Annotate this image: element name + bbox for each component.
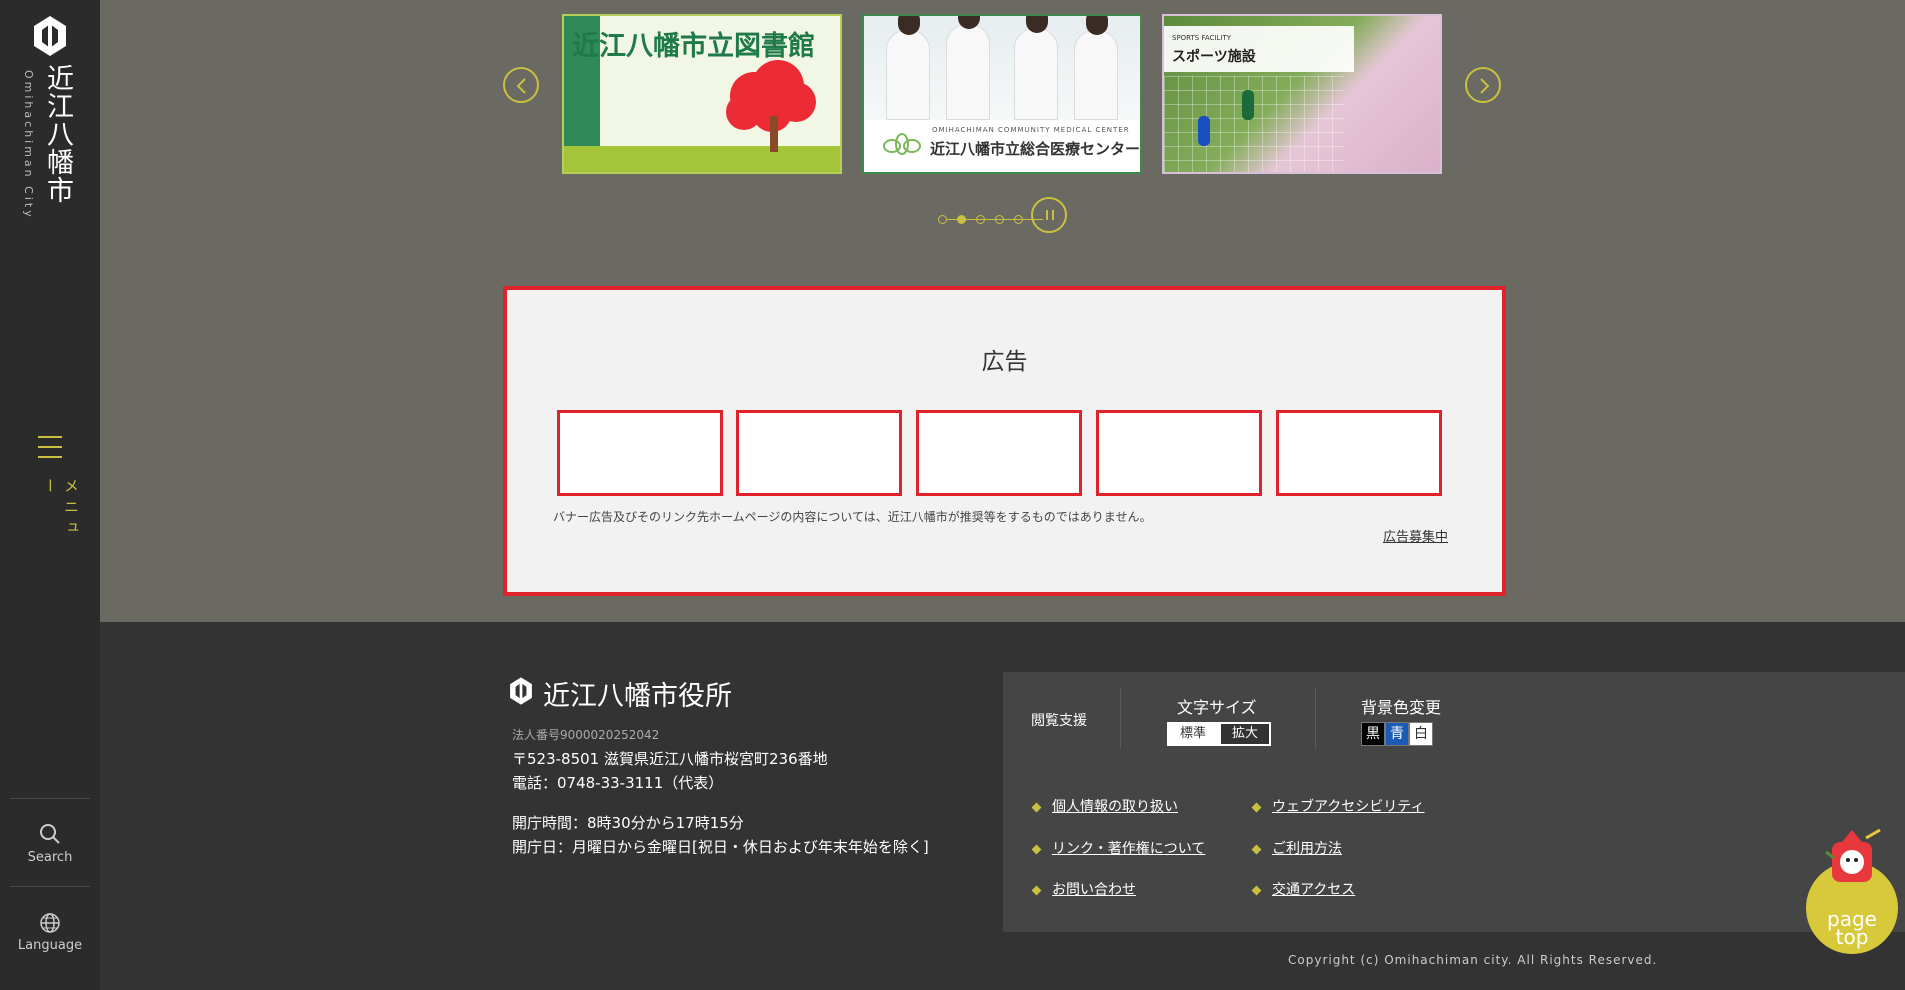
banner-sports-facility[interactable]: SPORTS FACILITY スポーツ施設 [1162,14,1442,174]
office-name: 近江八幡市役所 [543,681,732,712]
font-size-label: 文字サイズ [1177,698,1257,717]
panel-divider [1315,688,1316,748]
assist-label: 閲覧支援 [1031,713,1087,729]
office-phone: 電話：0748-33-3111（代表） [512,774,724,792]
privacy-link[interactable]: 個人情報の取り扱い [1052,796,1178,816]
ad-banner-slot[interactable] [916,410,1082,496]
sidebar-divider [10,798,90,799]
hamburger-icon [38,436,62,466]
page-top-button[interactable]: page top [1804,818,1904,960]
chevron-right-icon [1480,78,1490,94]
carousel-next-button[interactable] [1465,67,1501,103]
ad-disclaimer: バナー広告及びそのリンク先ホームページの内容については、近江八幡市が推奨等をする… [553,510,1152,524]
usage-link[interactable]: ご利用方法 [1272,838,1342,858]
language-label: Language [17,938,83,953]
ad-banner-slot[interactable] [1096,410,1262,496]
player-figure [1242,90,1254,120]
carousel-dot[interactable] [1014,215,1023,224]
search-label: Search [27,850,73,865]
carousel-dot[interactable] [938,215,947,224]
ad-recruit-link[interactable]: 広告募集中 [1383,526,1448,545]
staff-figure [886,16,930,120]
ad-banner-slot[interactable] [1276,410,1442,496]
office-hours: 開庁時間：8時30分から17時15分 [512,814,744,832]
bullet-icon [1031,844,1042,855]
bullet-icon [1251,844,1262,855]
tree-illustration-icon [726,60,816,152]
carousel-pause-button[interactable] [1031,197,1067,233]
bg-white-button[interactable]: 白 [1409,722,1433,746]
office-address: 〒523-8501 滋賀県近江八幡市桜宮町236番地 [512,750,828,768]
staff-figure [946,16,990,120]
city-logo-text: 近江八幡市 [42,64,73,204]
bg-blue-button[interactable]: 青 [1385,722,1409,746]
menu-button[interactable]: メニュー [20,430,80,560]
city-logo-en: Omihachiman City [22,70,35,220]
ad-banner-slot[interactable] [736,410,902,496]
bullet-icon [1251,885,1262,896]
banner-sports-caption-en: SPORTS FACILITY [1172,34,1231,42]
carousel-dot[interactable] [976,215,985,224]
globe-icon [40,913,60,933]
bullet-icon [1251,802,1262,813]
banner-staff-photo [864,16,1140,120]
pause-icon [1046,210,1048,220]
language-button[interactable]: Language [10,912,90,982]
footer-panel: 閲覧支援 文字サイズ 標準 拡大 背景色変更 黒 青 白 個人情報の取り扱い ウ… [1003,672,1905,932]
panel-divider [1120,688,1121,748]
ad-title: 広告 [981,349,1028,375]
copyright: Copyright (c) Omihachiman city. All Righ… [1288,953,1658,967]
staff-figure [1074,16,1118,120]
staff-figure [1014,16,1058,120]
banner-medical-center[interactable]: OMIHACHIMAN COMMUNITY MEDICAL CENTER 近江八… [862,14,1142,174]
page-top-line2: top [1835,925,1869,949]
access-link[interactable]: 交通アクセス [1272,879,1355,899]
background-color-label: 背景色変更 [1361,698,1442,717]
mascot-icon [1825,828,1881,882]
font-size-standard-button[interactable]: 標準 [1167,722,1219,746]
chevron-left-icon [516,78,526,94]
sidebar: 近江八幡市 Omihachiman City メニュー Search Langu… [0,0,100,990]
contact-link[interactable]: お問い合わせ [1052,879,1136,899]
advertisement-section: 広告 バナー広告及びそのリンク先ホームページの内容については、近江八幡市が推奨等… [503,286,1506,596]
carousel-dot[interactable] [995,215,1004,224]
web-accessibility-link[interactable]: ウェブアクセシビリティ [1272,796,1424,816]
player-figure [1198,116,1210,146]
city-emblem-icon[interactable] [30,14,70,58]
bullet-icon [1031,885,1042,896]
carousel-prev-button[interactable] [503,67,539,103]
search-button[interactable]: Search [10,822,90,892]
copyright-link[interactable]: リンク・著作権について [1052,838,1205,858]
font-size-large-button[interactable]: 拡大 [1219,722,1271,746]
banner-library[interactable]: 近江八幡市立図書館 [562,14,842,174]
banner-medical-caption: 近江八幡市立総合医療センター [930,140,1141,158]
ad-banner-slot[interactable] [557,410,723,496]
bullet-icon [1031,802,1042,813]
page-root: 近江八幡市 Omihachiman City メニュー Search Langu… [0,0,1905,990]
bg-black-button[interactable]: 黒 [1361,722,1385,746]
lotus-logo-icon [883,133,921,155]
sidebar-divider [10,886,90,887]
page-top-label: page top [1806,909,1898,949]
banner-medical-caption-en: OMIHACHIMAN COMMUNITY MEDICAL CENTER [932,126,1130,134]
banner-sports-caption: スポーツ施設 [1172,49,1256,65]
banner-net [1164,76,1344,172]
menu-label: メニュー [41,478,80,541]
corporate-number: 法人番号9000020252042 [512,728,660,742]
carousel-dot[interactable] [957,215,966,224]
search-icon [40,824,60,844]
office-days: 開庁日：月曜日から金曜日[祝日・休日および年末年始を除く] [512,838,929,856]
city-emblem-icon [510,677,532,705]
